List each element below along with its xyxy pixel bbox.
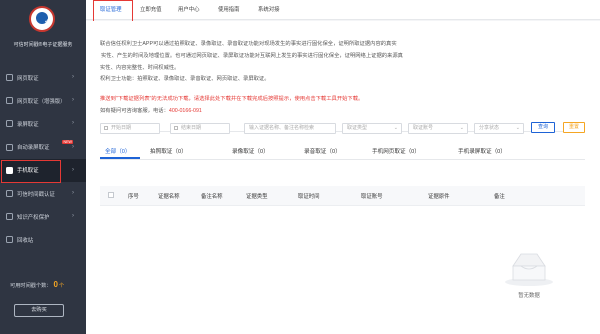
quota-value: 0 <box>53 280 58 289</box>
column-header-original: 证据原件 <box>428 194 450 200</box>
category-tab-mobile-web[interactable]: 手机网页取证（0） <box>372 147 420 155</box>
start-date-input[interactable]: 开始日期 <box>100 123 160 134</box>
top-tabs: 取证管理 立即充值 用户中心 使用指南 系统对接 <box>86 0 600 20</box>
brand-name: 可信时间戳®电子证据服务 <box>13 42 73 48</box>
screen-record-icon <box>6 120 13 128</box>
contact-line: 如有疑问可咨询客服，电话：400-0166-091 <box>100 106 518 118</box>
sidebar-item-screen-recording[interactable]: 录屏取证 › <box>0 112 86 135</box>
sidebar-nav: 网页取证 › 网页取证（增强版） › 录屏取证 › 自动录屏取证 NEW › 手… <box>0 66 86 252</box>
reset-button[interactable]: 重置 <box>563 122 585 133</box>
quota-label: 可用时间戳个数： <box>10 283 52 289</box>
start-date-placeholder: 开始日期 <box>111 125 132 131</box>
download-warning: 推送到"下载证据列表"的无法成功下载，请选择此处下载并在下载完成后按照提示，使用… <box>100 96 364 103</box>
globe-plus-icon <box>6 97 13 105</box>
notice-features: 权利卫士功能：拍照取证、录像取证、录音取证、网页取证、录屏取证。 <box>100 76 270 83</box>
keyword-placeholder: 输入证据名称、备注名称检索 <box>249 125 315 131</box>
chevron-down-icon: ⌄ <box>515 125 520 131</box>
empty-text: 暂无数据 <box>518 293 540 299</box>
quota-unit: 个 <box>58 283 65 289</box>
account-placeholder: 取证账号 <box>413 125 434 131</box>
notice-line: 实性、内容完整性、时间权威性。 <box>100 64 180 71</box>
column-header-time: 取证时间 <box>298 194 320 200</box>
select-all-checkbox[interactable] <box>108 192 114 198</box>
sidebar-item-web-forensics-plus[interactable]: 网页取证（增强版） › <box>0 89 86 112</box>
sidebar-item-label: 网页取证 <box>17 75 39 82</box>
share-status-select[interactable]: 分享状态 ⌄ <box>474 123 524 134</box>
sidebar-item-label: 手机取证 <box>17 168 39 175</box>
main-content: 联合信任权利卫士APP可以通过拍照取证、录像取证、录音取证功能对现场发生的事实进… <box>86 21 600 334</box>
sidebar-item-label: 网页取证（增强版） <box>17 98 66 105</box>
notice-line: 实性、产生的时间及地理位置。也可通过网页取证、录屏取证功能对互联网上发生的事实进… <box>101 52 403 59</box>
active-tab-highlight <box>93 0 133 22</box>
chevron-right-icon: › <box>72 166 74 173</box>
tab-user-guide[interactable]: 使用指南 <box>218 0 240 20</box>
calendar-icon <box>104 126 108 130</box>
tab-user-center[interactable]: 用户中心 <box>178 0 200 20</box>
column-header-account: 取证账号 <box>361 194 383 200</box>
sidebar-item-label: 回收站 <box>17 237 34 244</box>
account-select[interactable]: 取证账号 ⌄ <box>408 123 468 134</box>
tab-recharge[interactable]: 立即充值 <box>140 0 162 20</box>
evidence-type-select[interactable]: 取证类型 ⌄ <box>342 123 402 134</box>
globe-icon <box>6 74 13 82</box>
auto-record-icon <box>6 143 13 151</box>
category-tab-video[interactable]: 录像取证（0） <box>232 147 269 155</box>
chevron-right-icon: › <box>72 120 74 127</box>
category-tab-all[interactable]: 全部（0） <box>105 147 131 155</box>
divider <box>100 158 585 160</box>
timestamp-quota: 可用时间戳个数： 0个 <box>10 280 64 289</box>
logo: ✓ <box>29 6 55 32</box>
column-header-remark: 备注 <box>494 194 505 200</box>
sidebar: ✓ 可信时间戳®电子证据服务 网页取证 › 网页取证（增强版） › 录屏取证 ›… <box>0 0 86 334</box>
mobile-phone-icon <box>6 166 13 174</box>
sidebar-item-mobile-forensics[interactable]: 手机取证 › <box>0 158 86 183</box>
column-header-index: 序号 <box>128 194 139 200</box>
sidebar-item-label: 知识产权保护 <box>17 214 50 221</box>
column-header-remark-name: 备注名称 <box>201 194 223 200</box>
status-placeholder: 分享状态 <box>479 125 500 131</box>
chevron-down-icon: ⌄ <box>393 125 398 131</box>
type-placeholder: 取证类型 <box>347 125 368 131</box>
tab-system-integration[interactable]: 系统对接 <box>258 0 280 20</box>
sidebar-item-label: 自动录屏取证 <box>17 145 50 152</box>
buy-button[interactable]: 去购买 <box>14 304 64 317</box>
sidebar-item-auto-recording[interactable]: 自动录屏取证 NEW › <box>0 136 86 159</box>
contact-label: 如有疑问可咨询客服，电话： <box>100 107 169 114</box>
column-header-name: 证据名称 <box>158 194 180 200</box>
category-tab-photo[interactable]: 拍照取证（0） <box>150 147 187 155</box>
logo-shield-icon: ✓ <box>36 12 50 25</box>
lightbulb-icon <box>6 213 13 221</box>
chevron-right-icon: › <box>72 143 74 150</box>
empty-state: 暂无数据 <box>499 240 559 299</box>
sidebar-item-web-forensics[interactable]: 网页取证 › <box>0 66 86 89</box>
chevron-right-icon: › <box>72 213 74 220</box>
sidebar-item-label: 可信时间戳认证 <box>17 191 55 198</box>
query-button[interactable]: 查询 <box>531 122 555 133</box>
notice-line: 联合信任权利卫士APP可以通过拍照取证、录像取证、录音取证功能对现场发生的事实进… <box>100 41 397 47</box>
end-date-input[interactable]: 结束日期 <box>170 123 230 134</box>
chevron-right-icon: › <box>72 189 74 196</box>
end-date-placeholder: 结束日期 <box>181 125 202 131</box>
chevron-down-icon: ⌄ <box>459 125 464 131</box>
sidebar-item-ip-protection[interactable]: 知识产权保护 › <box>0 205 86 228</box>
empty-box-icon <box>505 253 553 286</box>
contact-phone: 400-0166-091 <box>168 107 202 114</box>
chevron-right-icon: › <box>72 97 74 104</box>
table-header: 序号 证据名称 备注名称 证据类型 取证时间 取证账号 证据原件 备注 <box>100 186 585 206</box>
sidebar-item-label: 录屏取证 <box>17 121 39 128</box>
shield-check-icon <box>6 190 13 198</box>
trash-icon <box>6 236 13 244</box>
chevron-right-icon: › <box>72 74 74 80</box>
intro-notice: 联合信任权利卫士APP可以通过拍照取证、录像取证、录音取证功能对现场发生的事实进… <box>100 39 518 118</box>
column-header-type: 证据类型 <box>246 194 268 200</box>
sidebar-item-timestamp-cert[interactable]: 可信时间戳认证 › <box>0 182 86 205</box>
calendar-icon <box>174 126 178 130</box>
category-tab-audio[interactable]: 录音取证（0） <box>304 147 341 155</box>
category-tab-mobile-screen[interactable]: 手机录屏取证（0） <box>458 147 506 155</box>
sidebar-item-recycle-bin[interactable]: 回收站 <box>0 228 86 251</box>
keyword-search-input[interactable]: 输入证据名称、备注名称检索 <box>244 123 336 134</box>
